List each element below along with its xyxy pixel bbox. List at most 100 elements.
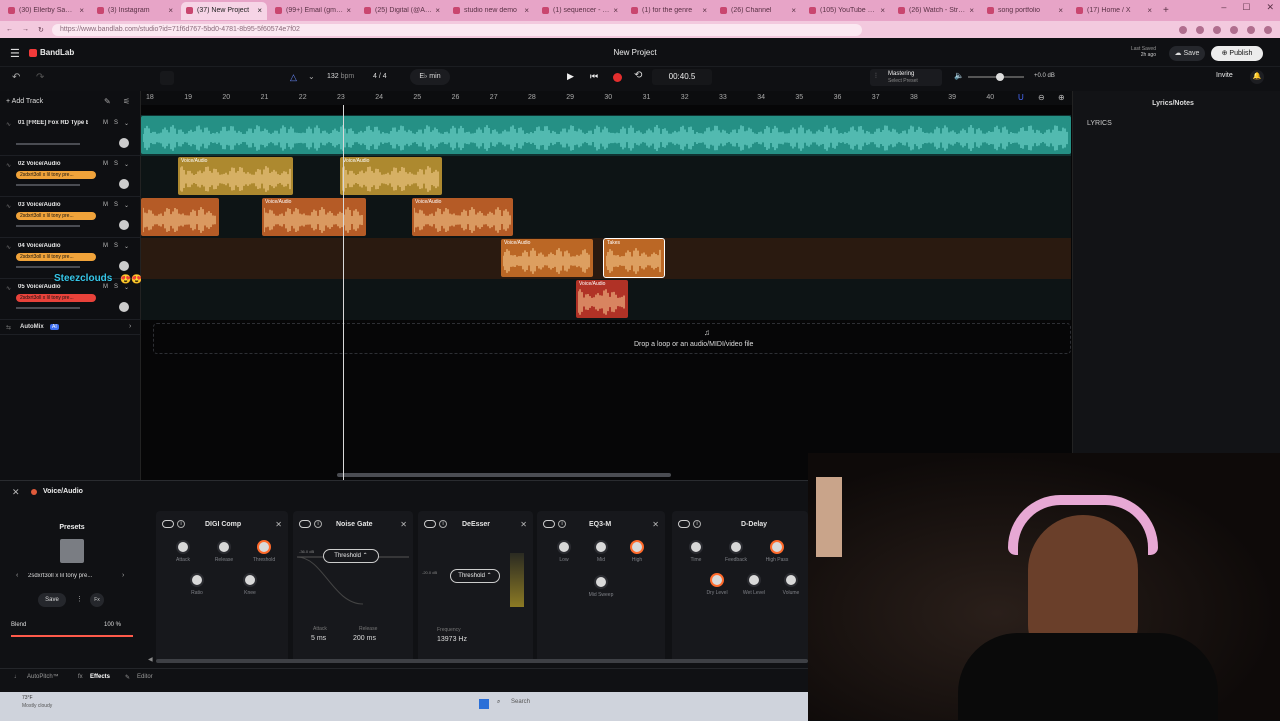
track-lane[interactable]: Voice/Audio Takes	[141, 238, 1071, 279]
frequency-value[interactable]: 13973 Hz	[437, 636, 467, 643]
minimize-icon[interactable]: –	[1221, 2, 1226, 13]
toggle-switch[interactable]	[424, 520, 436, 528]
extension-icon[interactable]	[1213, 25, 1221, 34]
publish-button[interactable]: ⊕ Publish	[1211, 46, 1263, 61]
track-lane[interactable]: Voice/Audio	[141, 279, 1071, 320]
chevron-down-icon[interactable]: ⌄	[124, 243, 129, 250]
browser-tab[interactable]: (25) Digital (@Anagrams)×	[359, 2, 445, 20]
feedback-knob[interactable]	[729, 540, 743, 554]
time-signature[interactable]: 4 / 4	[373, 73, 387, 80]
browser-tab[interactable]: (17) Home / X ×	[1071, 2, 1157, 20]
project-title[interactable]: New Project	[560, 48, 710, 57]
pan-knob[interactable]	[119, 220, 129, 230]
chevron-right-icon[interactable]: ›	[122, 572, 124, 579]
chevron-left-icon[interactable]: ‹	[16, 572, 18, 579]
track-volume-slider[interactable]	[16, 143, 80, 145]
mute-button[interactable]: M	[103, 120, 108, 127]
solo-button[interactable]: S	[114, 284, 118, 291]
chevron-down-icon[interactable]: ⌄	[124, 120, 129, 127]
info-icon[interactable]: i	[693, 520, 701, 528]
time-display[interactable]: 00:40.5	[652, 69, 712, 85]
browser-tab[interactable]: (37) New Project ×	[181, 1, 267, 20]
record-icon[interactable]	[613, 73, 622, 82]
solo-button[interactable]: S	[114, 161, 118, 168]
close-tab-icon[interactable]: ×	[702, 6, 707, 15]
close-tab-icon[interactable]: ×	[1147, 6, 1152, 15]
browser-tab[interactable]: (26) Watch - Stream ×	[893, 2, 979, 20]
mute-button[interactable]: M	[103, 202, 108, 209]
bell-icon[interactable]: 🔔	[1250, 70, 1264, 84]
mute-button[interactable]: M	[103, 243, 108, 250]
track-header[interactable]: ∿ 03 Voice/Audio M S ⌄ 2sdxrt3oll x lil tony …	[0, 197, 141, 238]
master-volume-slider[interactable]	[968, 73, 1024, 81]
profile-icon[interactable]	[1264, 25, 1272, 34]
wand-icon[interactable]: ✎	[104, 97, 111, 106]
mute-button[interactable]: M	[103, 161, 108, 168]
taskbar-search[interactable]: Search	[511, 699, 530, 705]
close-icon[interactable]: ✕	[400, 520, 407, 529]
chevron-down-icon[interactable]: ⌄	[124, 202, 129, 209]
fx-preset-chip[interactable]: 2sdxrt3oll x lil tony pre...	[16, 171, 96, 179]
close-tab-icon[interactable]: ×	[79, 6, 84, 15]
track-volume-slider[interactable]	[16, 307, 80, 309]
close-tab-icon[interactable]: ×	[524, 6, 529, 15]
toggle-switch[interactable]	[299, 520, 311, 528]
browser-tab[interactable]: (99+) Email (gmail.com)×	[270, 2, 356, 20]
volume-knob[interactable]	[784, 573, 798, 587]
invite-button[interactable]: Invite	[1216, 72, 1233, 79]
chevron-right-icon[interactable]: ›	[129, 323, 131, 330]
track-name[interactable]: 01 [FREE] Fox RD Type Beat	[18, 120, 88, 126]
timeline-ruler[interactable]: 18 19 20 21 22 23 24 25 26 27 28 29 30 31 32 33 34 35 36 37…	[141, 91, 1072, 105]
browser-tab[interactable]: (1) sequencer - Google×	[537, 2, 623, 20]
chevron-down-icon[interactable]: ⌄	[124, 161, 129, 168]
mid-sweep-knob[interactable]	[594, 575, 608, 589]
threshold-knob[interactable]	[257, 540, 271, 554]
mid-knob[interactable]	[594, 540, 608, 554]
chevron-down-icon[interactable]: ⌄	[308, 72, 315, 81]
new-tab-icon[interactable]: +	[1163, 5, 1169, 16]
key-selector[interactable]: E♭ min	[410, 69, 450, 85]
audio-clip[interactable]: Takes	[603, 238, 665, 278]
solo-button[interactable]: S	[114, 120, 118, 127]
mastering-selector[interactable]: ⫶ Mastering Select Preset	[870, 69, 942, 86]
preset-save-button[interactable]: Save	[38, 593, 66, 607]
close-tab-icon[interactable]: ×	[880, 6, 885, 15]
audio-clip[interactable]: Voice/Audio	[501, 239, 593, 277]
back-icon[interactable]: ←	[6, 26, 13, 34]
extension-icon[interactable]	[1247, 25, 1255, 34]
audio-clip[interactable]: Voice/Audio	[340, 157, 442, 195]
fx-preset-chip[interactable]: 2sdxrt3oll x lil tony pre...	[16, 212, 96, 220]
redo-icon[interactable]: ↷	[36, 72, 44, 83]
chevron-down-icon[interactable]: ⌄	[124, 284, 129, 291]
close-icon[interactable]: ✕	[652, 520, 659, 529]
magnet-icon[interactable]: U	[1018, 93, 1024, 102]
zoom-in-icon[interactable]: ⊕	[1058, 93, 1065, 102]
dry-level-knob[interactable]	[710, 573, 724, 587]
forward-icon[interactable]: →	[22, 26, 29, 34]
skip-back-icon[interactable]: ⏮	[590, 71, 598, 82]
info-icon[interactable]: i	[558, 520, 566, 528]
track-name[interactable]: 03 Voice/Audio	[18, 202, 88, 208]
play-icon[interactable]: ▶	[567, 71, 574, 82]
attack-knob[interactable]	[176, 540, 190, 554]
release-knob[interactable]	[217, 540, 231, 554]
threshold-pill[interactable]: Threshold ⌃	[323, 549, 379, 563]
track-lane[interactable]	[141, 115, 1071, 156]
pan-knob[interactable]	[119, 261, 129, 271]
maximize-icon[interactable]: ☐	[1242, 2, 1250, 13]
browser-tab[interactable]: song portfolio ×	[982, 2, 1068, 20]
more-icon[interactable]: ⋮	[76, 595, 83, 603]
tab-effects[interactable]: Effects	[90, 674, 110, 680]
close-icon[interactable]: ✕	[275, 520, 282, 529]
pan-knob[interactable]	[119, 179, 129, 189]
low-knob[interactable]	[557, 540, 571, 554]
windows-start-icon[interactable]	[479, 699, 489, 709]
info-icon[interactable]: i	[439, 520, 447, 528]
mixer-icon[interactable]	[160, 71, 174, 85]
tab-autopitch[interactable]: AutoPitch™	[27, 674, 59, 680]
loop-icon[interactable]: ⟲	[634, 70, 642, 81]
attack-value[interactable]: 5 ms	[311, 635, 326, 642]
fx-preset-chip[interactable]: 2sdxrt3oll x lil tony pre...	[16, 253, 96, 261]
scroll-left-icon[interactable]: ◀	[148, 656, 153, 663]
audio-clip[interactable]: Voice/Audio	[178, 157, 293, 195]
